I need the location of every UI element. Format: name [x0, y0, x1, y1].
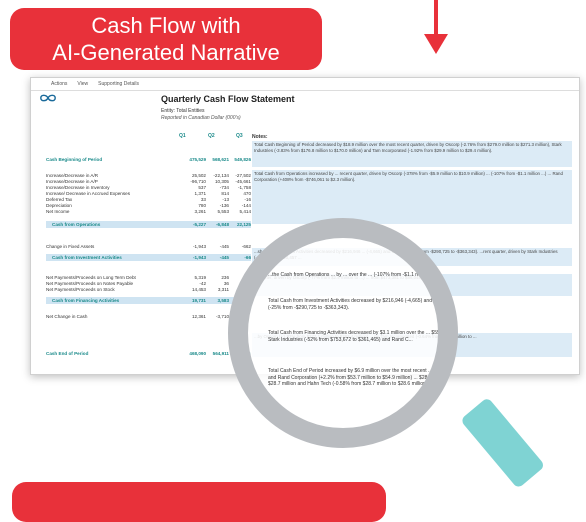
logo-icon — [40, 94, 56, 102]
title-banner: Cash Flow with AI-Generated Narrative — [10, 8, 322, 70]
cell-q3: -66 — [244, 255, 251, 260]
cell-q2: -6,848 — [215, 222, 229, 227]
column-header-q3: Q3 — [236, 133, 243, 139]
cell-q3: 22,125 — [236, 222, 251, 227]
cell-q2: 3,311 — [217, 287, 229, 292]
cell-q2: 564,911 — [212, 351, 229, 356]
cell-q2: 568,621 — [212, 157, 229, 162]
supporting-details-menu[interactable]: Supporting Details — [98, 81, 139, 87]
magnifying-glass-icon: ...the Cash from Operations ... by ... o… — [228, 218, 458, 448]
column-header-q2: Q2 — [208, 133, 215, 139]
table-row: Cash from Operations -5,227 -6,848 22,125 — [46, 221, 251, 228]
row-label: Cash from Operations — [52, 222, 101, 227]
table-row: Cash from Financing Activities 19,731 3,58… — [46, 297, 251, 304]
cell-q3: 5,414 — [239, 209, 252, 214]
cell-q2: 3,583 — [217, 298, 230, 303]
currency-note: Reported in Canadian Dollar (000's) — [161, 115, 241, 121]
row-label: Cash from Investment Activities — [52, 255, 122, 260]
row-label: Change in Fixed Assets — [46, 244, 95, 249]
down-arrow-icon — [424, 34, 448, 54]
row-label: Cash from Financing Activities — [52, 298, 120, 303]
row-label: Cash End of Period — [46, 351, 89, 356]
table-row: Cash End of Period468,090564,9115 — [46, 350, 251, 357]
magnified-note-operations: ...the Cash from Operations ... by ... o… — [268, 272, 436, 278]
row-label: Net Income — [46, 209, 70, 214]
notes-header: Notes: — [252, 134, 268, 140]
table-row: Cash Beginning of Period 475,529 568,621 54… — [46, 156, 251, 163]
cell-q2: -445 — [219, 244, 229, 249]
banner-line-1: Cash Flow with — [91, 13, 241, 38]
table-row: Net Payments/Proceeds on Stock 14,453 3,31… — [46, 286, 251, 293]
bottom-banner — [12, 482, 386, 522]
cell-q3: 549,826 — [234, 157, 251, 162]
cell-q3: -662 — [241, 244, 251, 249]
column-header-q1: Q1 — [179, 133, 186, 139]
note-operations: Total Cash from Operations increased by … — [252, 170, 572, 224]
report-title: Quarterly Cash Flow Statement — [161, 94, 295, 104]
magnified-note-cash-end: Total Cash End of Period increased by $6… — [268, 368, 453, 388]
note-cash-beginning: Total Cash Beginning of Period decreased… — [252, 141, 572, 167]
table-row: Change in Fixed Assets -1,943 -445 -662 — [46, 243, 251, 250]
table-row: Cash from Investment Activities -1,943 -44… — [46, 254, 251, 261]
cell-q2: -3,710 — [215, 314, 229, 319]
magnified-note-financing: Total Cash from Financing Activities dec… — [268, 330, 456, 343]
down-arrow-shaft — [434, 0, 438, 36]
row-label: Cash Beginning of Period — [46, 157, 103, 162]
view-menu[interactable]: View — [77, 81, 88, 87]
actions-menu[interactable]: Actions — [51, 81, 67, 87]
table-row: Net Change in Cash 12,361 -3,710 — [46, 313, 251, 320]
cell-q2: 5,553 — [217, 209, 230, 214]
row-label: Net Change in Cash — [46, 314, 88, 319]
table-row: Net Income 3,261 5,553 5,414 — [46, 208, 251, 215]
row-label: Net Payments/Proceeds on Stock — [46, 287, 115, 292]
magnified-note-investment: Total Cash from Investment Activities de… — [268, 298, 450, 311]
toolbar: Actions View Supporting Details — [31, 78, 579, 91]
magnifier-handle — [460, 396, 546, 489]
cell-q2: -445 — [219, 255, 229, 260]
entity-label: Entity: Total Entities — [161, 108, 205, 114]
banner-line-2: AI-Generated Narrative — [52, 40, 280, 65]
